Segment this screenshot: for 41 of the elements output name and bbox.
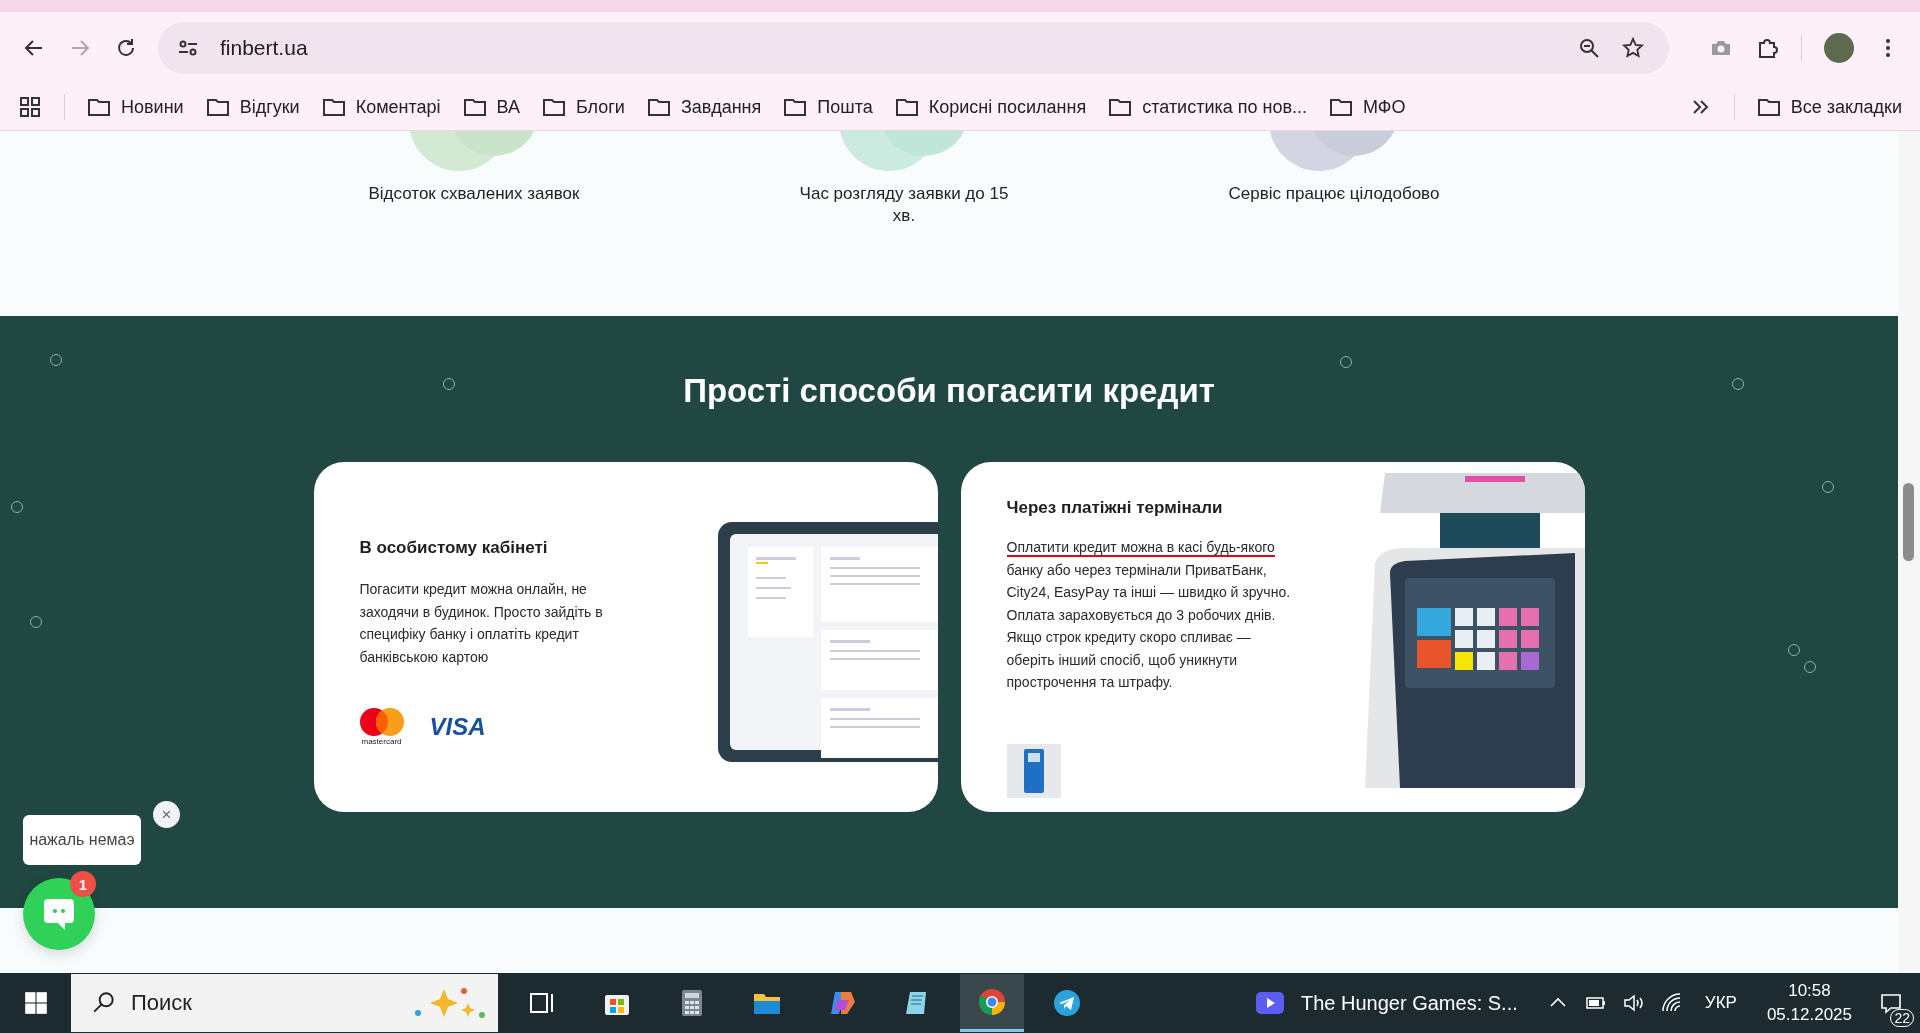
bookmark-folder[interactable]: МФО [1329, 95, 1406, 119]
bookmark-folder[interactable]: Корисні посилання [894, 95, 1087, 119]
bookmark-folder[interactable]: статистика по нов... [1108, 95, 1308, 119]
clock-time[interactable]: 10:58 [1788, 979, 1831, 1003]
all-bookmarks-folder[interactable]: Все закладки [1756, 95, 1902, 119]
bookmark-folder[interactable]: Новини [87, 95, 184, 119]
profile-avatar[interactable] [1824, 33, 1854, 63]
bookmark-folder[interactable]: Блоги [541, 95, 625, 119]
card-title: В особистому кабінеті [359, 538, 549, 558]
stat-label: Відсоток схвалених заявок [367, 183, 581, 205]
notification-icon[interactable] [1879, 991, 1903, 1015]
taskbar-search-field[interactable]: Поиск [71, 974, 498, 1032]
visa-logo: VISA [429, 713, 486, 741]
url-text: finbert.ua [220, 36, 308, 60]
media-player-item[interactable]: The Hunger Games: S... [1255, 991, 1518, 1015]
stat-label: Сервіс працює цілодобово [1227, 183, 1441, 205]
section-heading: Прості способи погасити кредит [683, 372, 1215, 410]
bookmark-folder[interactable]: Завдання [646, 95, 762, 119]
windows-start-icon[interactable] [23, 990, 49, 1016]
bookmark-folder[interactable]: ВА [462, 95, 520, 119]
card-title: Через платіжні термінали [1006, 498, 1224, 518]
chat-message: нажаль немаэ [23, 815, 141, 865]
stat-label: Час розгляду заявки до 15 хв. [798, 183, 1010, 227]
bookmark-folder[interactable]: Коментарі [321, 95, 441, 119]
language-indicator[interactable]: УКР [1704, 993, 1737, 1013]
chrome-app-icon[interactable] [960, 974, 1024, 1032]
terminal-thumbnail [1006, 744, 1061, 798]
play-icon [1255, 991, 1285, 1015]
zoom-icon[interactable] [1577, 36, 1601, 60]
bookmark-folder[interactable]: Відгуки [205, 95, 300, 119]
scrollbar[interactable] [1898, 131, 1920, 973]
star-icon[interactable] [1621, 36, 1645, 60]
apps-grid-icon[interactable] [18, 95, 42, 119]
mastercard-logo: mastercard [359, 708, 404, 746]
card-text: Оплатити кредит можна в касі будь-якого банку або через термінали ПриватБанк, City24, EasyPay та інші — швидко й зручно. Оплата зараховується до 3 робочих днів. Якщо строк кредиту скоро спливає — оберіть інший спосіб, щоб уникнути прострочення та штрафу. [1006, 538, 1292, 692]
bookmark-folder[interactable]: Пошта [783, 95, 873, 119]
address-bar[interactable]: finbert.ua [158, 22, 1669, 74]
clock-date[interactable]: 05.12.2025 [1766, 1003, 1852, 1027]
chat-icon [43, 897, 75, 931]
notification-count: 22 [1890, 1009, 1914, 1027]
card-text: Погасити кредит можна онлайн, не заходячи в будинок. Просто зайдіть в специфіку банку і оплатіть кредит банківською картою [359, 580, 604, 667]
